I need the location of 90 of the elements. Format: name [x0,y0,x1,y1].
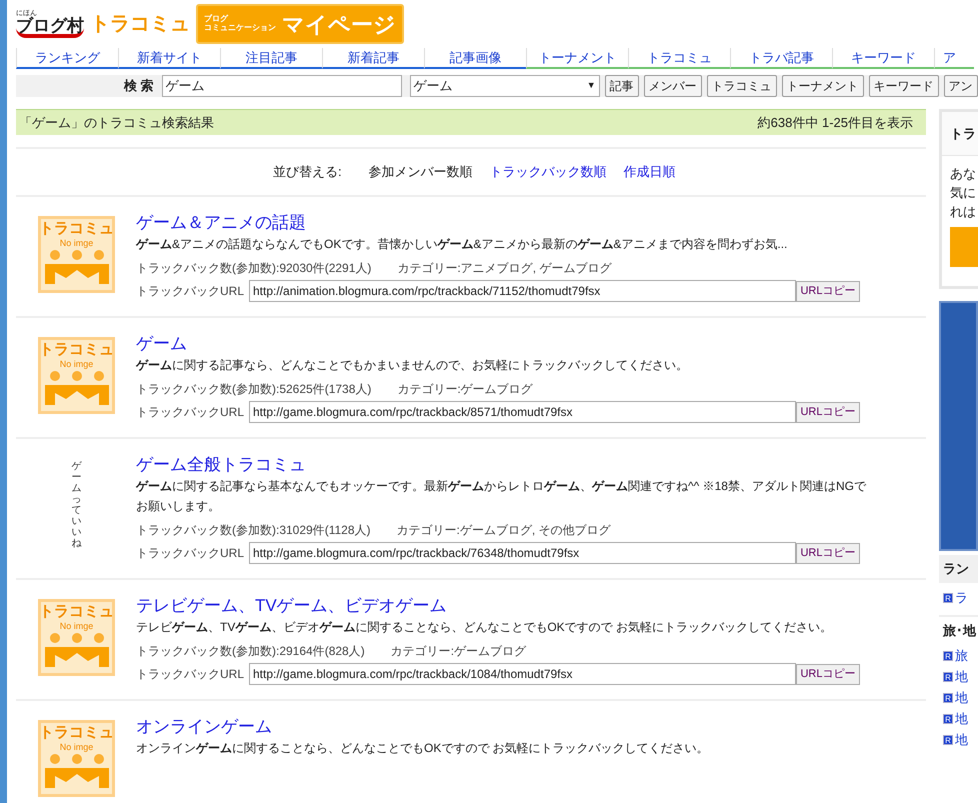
sidebar-box-text: れは [950,203,977,221]
section-logo: トラコミュ [90,12,190,37]
sidebar-link[interactable]: 地 [955,688,968,708]
trackback-stats: トラックバック数(参加数):31029件(1128人) [136,522,370,539]
nav-tab[interactable]: 記事画像 [424,48,526,69]
sidebar-section-title: ラン [943,560,969,578]
url-copy-button[interactable]: URLコピー [796,402,860,422]
search-type-button[interactable]: 記事 [604,75,639,97]
community-title-link[interactable]: ゲーム＆アニメの話題 [136,212,926,234]
nav-tab[interactable]: ランキング [16,48,118,69]
community-title-link[interactable]: オンラインゲーム [136,716,926,738]
sort-option[interactable]: トラックバック数順 [490,162,607,182]
trackback-url-label: トラックバックURL [136,666,246,683]
nav-tab[interactable]: トラコミュ [628,48,730,69]
community-title-link[interactable]: ゲーム [136,333,926,355]
banner-small-text: コミュニケーション [204,24,276,33]
sidebar-box-text: 気に [950,184,977,202]
thumbnail-title: トラコミュ [41,221,112,236]
link-marker: R [943,593,953,603]
category-text: カテゴリー:ゲームブログ [390,643,526,660]
url-copy-button[interactable]: URLコピー [796,664,860,684]
community-description: ゲームに関する記事なら基本なんでもオッケーです。最新ゲームからレトロゲーム、ゲーム関連ですね^^ ※18禁、アダルト関連はNGでお願いします。 [136,478,868,515]
sort-option[interactable]: 作成日順 [624,162,676,182]
thumbnail-caption: No imge [60,743,94,752]
search-field[interactable]: ゲーム [162,75,402,97]
trackback-stats: トラックバック数(参加数):29164件(828人) [136,643,365,660]
trackback-url-field[interactable]: http://animation.blogmura.com/rpc/trackback/71152/thomudt79fsx [249,280,796,302]
results-title: 「ゲーム」のトラコミュ検索結果 [19,114,214,132]
results-count: 約638件中 1-25件目を表示 [758,114,913,132]
search-label: 検 索 [124,77,154,96]
nav-tab[interactable]: キーワード [832,48,934,69]
sort-option[interactable]: 参加メンバー数順 [368,162,473,182]
community-description: ゲーム&アニメの話題ならなんでもOKです。昔懐かしいゲーム&アニメから最新のゲーム&アニメまで内容を問わずお気... [136,236,788,253]
search-type-button[interactable]: メンバー [644,75,702,97]
link-marker: R [943,650,953,660]
trackback-url-field[interactable]: http://game.blogmura.com/rpc/trackback/1084/thomudt79fsx [249,663,796,685]
nav-tab[interactable]: トーナメント [526,48,628,69]
link-marker: R [943,714,953,724]
sidebar-box-text: あな [950,165,977,183]
category-text: カテゴリー:ゲームブログ [397,381,533,398]
thumbnail-caption: No imge [60,622,94,631]
sidebar-link[interactable]: 地 [955,708,968,728]
community-description: テレビゲーム、TVゲーム、ビデオゲームに関することなら、どんなことでもOKですので お気軽にトラックバックしてください。 [136,619,834,636]
sidebar-link[interactable]: ラ [955,588,968,608]
sidebar-box-title: トラ [950,124,976,143]
trackback-stats: トラックバック数(参加数):52625件(1738人) [136,381,372,398]
category-text: カテゴリー:ゲームブログ, その他ブログ [396,522,611,539]
dropdown-arrow-icon: ▼ [586,79,596,93]
trackback-url-label: トラックバックURL [136,283,246,300]
category-text: カテゴリー:アニメブログ, ゲームブログ [397,260,612,277]
thumbnail-caption: No imge [60,239,94,248]
trackback-url-label: トラックバックURL [136,404,246,421]
search-type-button[interactable]: アン [944,75,978,97]
trackback-url-field[interactable]: http://game.blogmura.com/rpc/trackback/8571/thomudt79fsx [249,401,796,423]
search-type-button[interactable]: トラコミュ [706,75,777,97]
url-copy-button[interactable]: URLコピー [796,280,860,302]
sidebar-section-title: 旅･地 [943,622,976,640]
community-description: オンラインゲームに関することなら、どんなことでもOKですので お気軽にトラックバックしてください。 [136,740,710,757]
sidebar-link[interactable]: 旅 [955,646,968,666]
community-title-link[interactable]: テレビゲーム、TVゲーム、ビデオゲーム [136,595,926,617]
site-logo: ブログ村 [16,17,84,38]
search-type-button[interactable]: トーナメント [782,75,864,97]
nav-tab[interactable]: トラバ記事 [730,48,832,69]
trackback-stats: トラックバック数(参加数):92030件(2291人) [136,260,372,277]
trackback-url-field[interactable]: http://game.blogmura.com/rpc/trackback/76348/thomudt79fsx [249,542,796,564]
thumbnail-text: ゲームっていいね [70,460,83,551]
link-marker: R [943,734,953,744]
thumbnail-title: トラコミュ [41,604,112,619]
banner-small-text: ブログ [204,15,230,24]
ad-banner-placeholder[interactable] [939,301,978,551]
community-title-link[interactable]: ゲーム全般トラコミュ [136,454,926,476]
link-marker: R [943,692,953,702]
nav-tab[interactable]: 新着サイト [118,48,220,69]
nav-tab[interactable]: ア [934,48,974,69]
sort-label: 並び替える: [273,163,342,182]
trackback-url-label: トラックバックURL [136,545,246,562]
sidebar-link[interactable]: 地 [955,666,968,686]
sidebar-link[interactable]: 地 [955,730,968,750]
link-marker: R [943,672,953,682]
community-description: ゲームに関する記事なら、どんなことでもかまいませんので、お気軽にトラックバックしてください。 [136,357,689,374]
banner-title: マイページ [282,10,396,38]
thumbnail-title: トラコミュ [41,725,112,740]
url-copy-button[interactable]: URLコピー [796,542,860,564]
category-select[interactable]: ゲーム ▼ [410,75,600,97]
action-button[interactable] [950,227,978,267]
nav-tab[interactable]: 新着記事 [322,48,424,69]
search-type-button[interactable]: キーワード [868,75,939,97]
thumbnail-title: トラコミュ [41,342,112,357]
thumbnail-caption: No imge [60,360,94,369]
nav-tab[interactable]: 注目記事 [220,48,322,69]
